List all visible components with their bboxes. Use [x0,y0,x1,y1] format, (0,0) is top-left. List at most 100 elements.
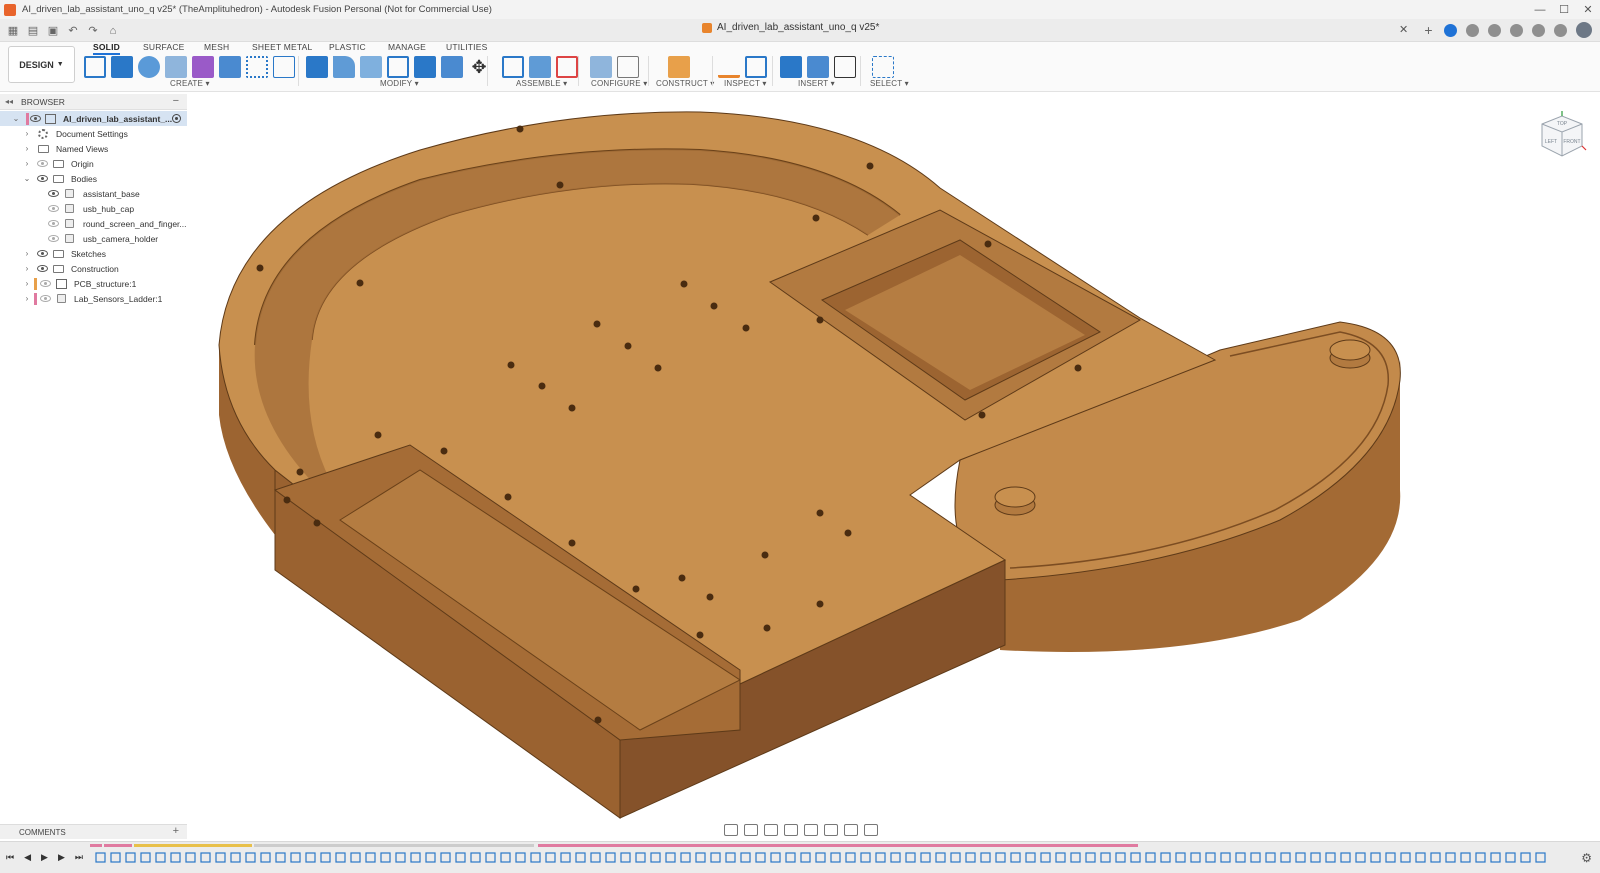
assemble-menu[interactable]: ASSEMBLE ▾ [516,79,567,88]
pattern-icon[interactable] [246,56,268,78]
new-component-icon[interactable] [502,56,524,78]
look-at-icon[interactable] [744,824,758,836]
revolve-icon[interactable] [138,56,160,78]
visibility-eye-icon[interactable] [48,190,59,197]
caret-right-icon[interactable]: › [22,294,32,303]
undo-icon[interactable]: ↶ [66,25,80,37]
insert-derive-icon[interactable] [780,56,802,78]
configure-icon[interactable] [590,56,612,78]
as-built-joint-icon[interactable] [556,56,578,78]
insert-svg-icon[interactable] [834,56,856,78]
caret-down-icon[interactable]: ⌄ [11,114,21,123]
step-forward-icon[interactable]: ▶ [58,852,65,863]
notifications-icon[interactable] [1532,23,1545,37]
loft-icon[interactable] [219,56,241,78]
document-tab[interactable]: AI_driven_lab_assistant_uno_q v25* [702,22,879,33]
insert-menu[interactable]: INSERT ▾ [798,79,835,88]
create-menu[interactable]: CREATE ▾ [170,79,210,88]
save-icon[interactable]: ▣ [46,25,60,37]
minimize-button[interactable]: — [1528,0,1552,19]
select-menu[interactable]: SELECT ▾ [870,79,909,88]
chamfer-icon[interactable] [360,56,382,78]
minimize-panel-icon[interactable]: − [173,95,179,107]
close-tab-icon[interactable]: ✕ [1399,23,1408,36]
configure-menu[interactable]: CONFIGURE ▾ [591,79,647,88]
timeline-feature-icons[interactable] [94,851,1570,865]
caret-right-icon[interactable]: › [22,159,32,168]
caret-right-icon[interactable]: › [22,264,32,273]
user-avatar[interactable] [1576,22,1592,38]
combine-icon[interactable] [414,56,436,78]
joint-icon[interactable] [529,56,551,78]
create-sketch-icon[interactable] [84,56,106,78]
press-pull-icon[interactable] [306,56,328,78]
help-icon[interactable] [1554,23,1567,37]
construct-menu[interactable]: CONSTRUCT ▾ [656,79,715,88]
tree-root[interactable]: ⌄ AI_driven_lab_assistant_... [0,111,187,126]
caret-right-icon[interactable]: › [22,249,32,258]
fit-icon[interactable] [804,824,818,836]
add-comment-icon[interactable]: + [173,825,179,837]
zoom-icon[interactable] [784,824,798,836]
home-icon[interactable]: ⌂ [106,25,120,37]
offset-face-icon[interactable] [441,56,463,78]
visibility-eye-icon[interactable] [37,160,48,167]
visibility-eye-icon[interactable] [37,175,48,182]
inspect-menu[interactable]: INSPECT ▾ [724,79,767,88]
3d-viewport[interactable] [188,93,1600,823]
tab-surface[interactable]: SURFACE [143,42,185,52]
display-settings-icon[interactable] [824,824,838,836]
grid-settings-icon[interactable] [844,824,858,836]
select-icon[interactable] [872,56,894,78]
shell-icon[interactable] [387,56,409,78]
close-window-button[interactable]: ✕ [1576,0,1600,19]
timeline-settings-icon[interactable]: ⚙ [1581,851,1592,865]
tab-utilities[interactable]: UTILITIES [446,42,487,52]
tab-solid[interactable]: SOLID [93,42,120,55]
visibility-eye-icon[interactable] [48,235,59,242]
go-to-end-icon[interactable]: ⏭ [75,852,83,863]
hole-icon[interactable] [165,56,187,78]
modify-menu[interactable]: MODIFY ▾ [380,79,419,88]
timeline-features[interactable] [94,851,1570,865]
grid-menu-icon[interactable]: ▦ [6,25,20,37]
new-tab-icon[interactable]: + [1422,23,1435,37]
visibility-eye-icon[interactable] [48,205,59,212]
collapse-panel-icon[interactable]: ◂◂ [5,97,13,106]
tab-plastic[interactable]: PLASTIC [329,42,366,52]
file-menu-icon[interactable]: ▤ [26,25,40,37]
data-panel-icon[interactable] [1510,23,1523,37]
visibility-eye-icon[interactable] [37,265,48,272]
mirror-icon[interactable] [273,56,295,78]
go-to-start-icon[interactable]: ⏮ [6,852,14,863]
offset-plane-icon[interactable] [668,56,690,78]
tab-mesh[interactable]: MESH [204,42,229,52]
visibility-eye-icon[interactable] [40,280,51,287]
configuration-table-icon[interactable] [617,56,639,78]
caret-down-icon[interactable]: ⌄ [22,174,32,183]
play-icon[interactable]: ▶ [41,852,48,863]
tab-manage[interactable]: MANAGE [388,42,426,52]
viewports-icon[interactable] [864,824,878,836]
orbit-icon[interactable] [724,824,738,836]
caret-right-icon[interactable]: › [22,129,32,138]
extensions-icon[interactable] [1444,23,1457,37]
job-status-icon[interactable] [1488,23,1501,37]
comments-panel[interactable]: COMMENTS + [0,824,187,839]
visibility-eye-icon[interactable] [40,295,51,302]
workspace-switcher[interactable]: DESIGN ▼ [8,46,75,83]
maximize-button[interactable]: ☐ [1552,0,1576,19]
caret-right-icon[interactable]: › [22,144,32,153]
visibility-eye-icon[interactable] [37,250,48,257]
section-analysis-icon[interactable] [745,56,767,78]
fillet-icon[interactable] [333,56,355,78]
redo-icon[interactable]: ↷ [86,25,100,37]
view-cube[interactable]: TOP LEFT FRONT [1536,110,1588,165]
activate-radio-icon[interactable] [172,114,181,123]
insert-canvas-icon[interactable] [807,56,829,78]
create-form-icon[interactable] [192,56,214,78]
visibility-eye-icon[interactable] [48,220,59,227]
step-back-icon[interactable]: ◀ [24,852,31,863]
visibility-eye-icon[interactable] [30,115,41,122]
pan-icon[interactable] [764,824,778,836]
